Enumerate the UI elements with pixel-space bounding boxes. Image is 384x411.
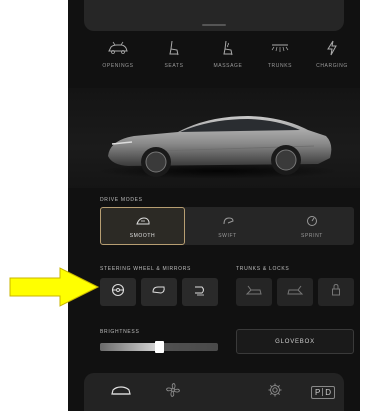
feature-label: OPENINGS [102, 63, 134, 69]
lightning-icon [321, 38, 343, 58]
car-image [68, 88, 360, 188]
drive-mode-label: SWIFT [218, 232, 237, 239]
nav-gear-selector[interactable]: P D [306, 381, 340, 403]
trunk-light-icon [269, 38, 291, 58]
front-trunk-icon [245, 283, 263, 301]
bottom-nav-bar: P D [84, 373, 344, 411]
feature-label: SEATS [164, 63, 184, 69]
sprint-mode-icon [306, 214, 318, 228]
feature-openings[interactable]: OPENINGS [90, 38, 146, 78]
smooth-mode-icon [135, 214, 151, 228]
feature-label: TRUNKS [267, 63, 293, 69]
trunks-locks-title: TRUNKS & LOCKS [236, 266, 290, 272]
vehicle-control-panel: OPENINGS SEATS MASSAGE TRUNKS CHARGING D… [68, 0, 360, 411]
drive-mode-smooth[interactable]: SMOOTH [100, 207, 185, 245]
feature-massage[interactable]: MASSAGE [200, 38, 256, 78]
gear-p: P [314, 387, 321, 397]
brightness-thumb[interactable] [155, 341, 164, 353]
door-lock-icon [330, 283, 342, 302]
feature-trunks[interactable]: TRUNKS [252, 38, 308, 78]
rear-trunk-button[interactable] [277, 278, 313, 306]
nav-car[interactable] [106, 381, 136, 403]
glovebox-button[interactable]: GLOVEBOX [236, 329, 354, 354]
drive-mode-sprint[interactable]: SPRINT [270, 207, 354, 245]
rear-trunk-icon [286, 283, 304, 301]
nav-settings[interactable] [260, 381, 290, 403]
fan-icon [165, 382, 181, 403]
massage-seat-icon [217, 38, 239, 58]
drive-mode-label: SMOOTH [129, 232, 156, 239]
car-icon [110, 383, 132, 402]
drive-mode-label: SPRINT [301, 232, 323, 239]
feature-seats[interactable]: SEATS [146, 38, 202, 78]
swift-mode-icon [221, 214, 235, 228]
feature-charging[interactable]: CHARGING [304, 38, 360, 78]
settings-gear-icon [267, 382, 283, 403]
door-lock-button[interactable] [318, 278, 354, 306]
drag-handle[interactable] [202, 24, 226, 26]
drive-mode-swift[interactable]: SWIFT [185, 207, 270, 245]
mirror-fold-button[interactable] [182, 278, 218, 306]
mirror-adjust-button[interactable] [141, 278, 177, 306]
brightness-slider[interactable] [100, 341, 218, 353]
drive-modes-selector: SMOOTH SWIFT SPRINT [100, 207, 354, 245]
feature-row: OPENINGS SEATS MASSAGE TRUNKS CHARGING [68, 38, 360, 78]
mirror-fold-icon [192, 283, 208, 302]
steering-mirrors-title: STEERING WHEEL & MIRRORS [100, 266, 192, 272]
gear-d: D [325, 387, 332, 397]
front-trunk-button[interactable] [236, 278, 272, 306]
drive-modes-title: DRIVE MODES [100, 197, 143, 203]
brightness-fill [100, 343, 159, 351]
top-handle-bar[interactable] [84, 0, 344, 31]
nav-climate[interactable] [158, 381, 188, 403]
mirror-icon [151, 283, 167, 301]
brightness-title: BRIGHTNESS [100, 329, 140, 335]
steering-wheel-icon [111, 283, 125, 302]
seat-icon [163, 38, 185, 58]
car-openings-icon [107, 38, 129, 58]
steering-wheel-button[interactable] [100, 278, 136, 306]
gear-selector: P D [310, 385, 336, 399]
yellow-pointer-arrow [8, 266, 100, 313]
feature-label: MASSAGE [213, 63, 243, 69]
feature-label: CHARGING [316, 63, 348, 69]
